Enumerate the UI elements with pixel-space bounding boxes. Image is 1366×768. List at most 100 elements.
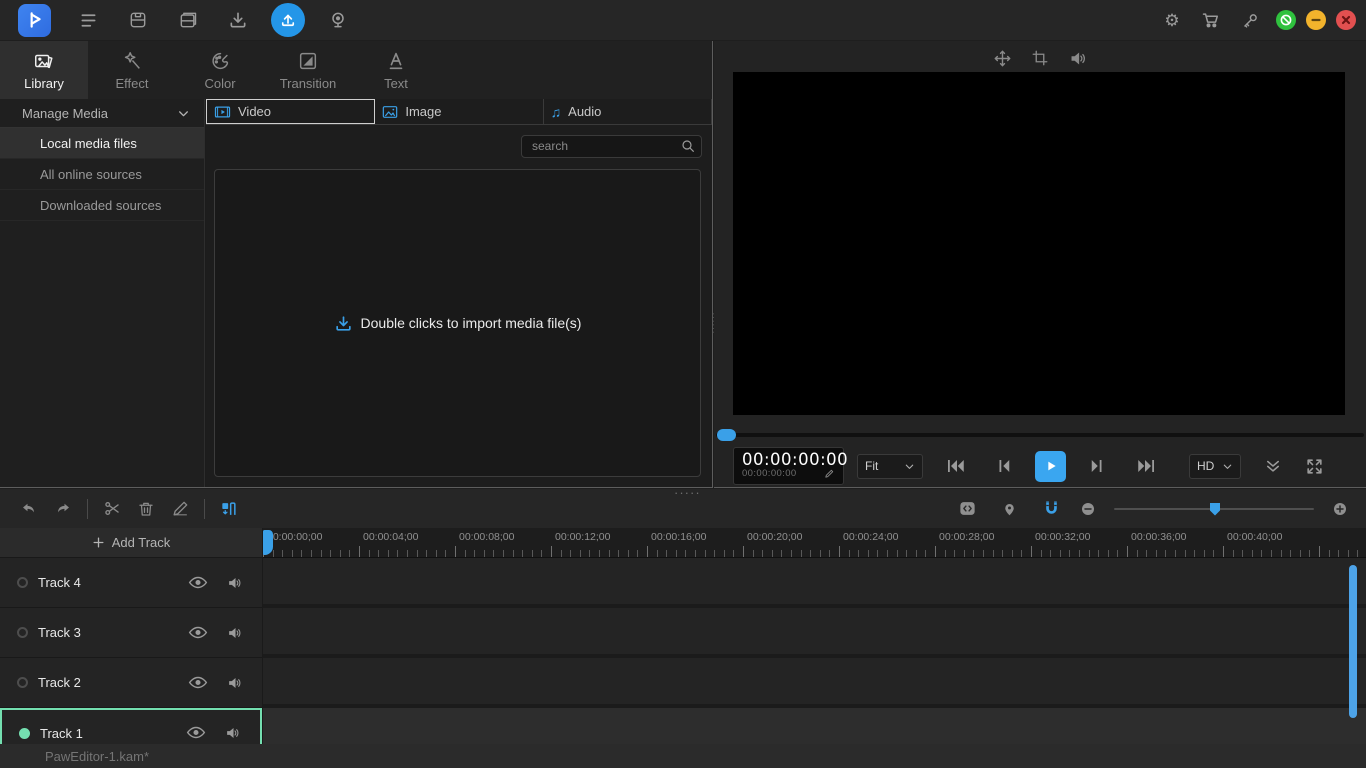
zoom-mode-select[interactable]: Fit [857,454,923,479]
edit-button[interactable] [163,494,197,524]
ruler-label: 00:00:16;00 [651,531,706,543]
ruler-label: 00:00:24;00 [843,531,898,543]
source-label: Downloaded sources [40,198,161,213]
timeline-vertical-scrollbar[interactable] [1349,565,1357,718]
play-button[interactable] [1035,451,1066,482]
cut-button[interactable] [95,494,129,524]
track-indicator[interactable] [17,627,28,638]
activation-button[interactable] [1234,0,1266,40]
audio-icon: ♫ [551,105,562,119]
skip-to-end-button[interactable] [1128,451,1164,481]
ruler-tick [1194,550,1195,557]
track-mute-toggle[interactable] [224,575,246,591]
ruler-tick [877,550,878,557]
previous-frame-button[interactable] [986,451,1022,481]
tab-audio[interactable]: ♫ Audio [544,99,712,124]
source-label: Local media files [40,136,137,151]
magnet-icon [1042,499,1061,518]
ruler-tick [1281,550,1282,557]
ruler-tick [609,550,610,557]
track-mute-toggle[interactable] [224,675,246,691]
track-mute-toggle[interactable] [222,725,244,741]
cart-icon [1201,10,1221,30]
quality-select[interactable]: HD [1189,454,1241,479]
tab-transition[interactable]: Transition [264,41,352,99]
track-visibility-toggle[interactable] [187,625,209,641]
tab-color[interactable]: Color [176,41,264,99]
sidebar-item-downloaded-sources[interactable]: Downloaded sources [0,190,204,221]
edit-timecode-icon[interactable] [824,468,835,479]
track-indicator[interactable] [17,677,28,688]
store-button[interactable] [1195,0,1227,40]
ruler-tick [417,550,418,557]
ruler-tick [1271,550,1272,557]
track-header-3[interactable]: Track 3 [0,608,262,658]
sidebar-item-online-sources[interactable]: All online sources [0,159,204,190]
video-preview[interactable] [733,72,1345,415]
ruler-tick [1185,550,1186,557]
export-button[interactable] [263,0,313,40]
record-button[interactable] [313,0,363,40]
track-visibility-toggle[interactable] [187,575,209,591]
redo-button[interactable] [46,494,80,524]
tab-text[interactable]: Text [352,41,440,99]
save-button[interactable] [113,0,163,40]
media-type-tabs: Video Image ♫ Audio [206,99,712,125]
menu-button[interactable] [63,0,113,40]
panel-resize-handle-horizontal[interactable]: ····· [674,485,701,500]
undo-button[interactable] [12,494,46,524]
preview-volume-button[interactable] [1066,46,1090,70]
track-header-2[interactable]: Track 2 [0,658,262,708]
add-track-button[interactable]: Add Track [0,528,262,558]
track-name: Track 1 [40,726,83,741]
import-button[interactable] [213,0,263,40]
minimize-button[interactable] [1306,10,1326,30]
preview-seekbar[interactable] [716,433,1364,437]
crop-button[interactable] [1028,46,1052,70]
seekbar-handle[interactable] [717,429,736,441]
track-indicator[interactable] [19,728,30,739]
track-lane-2[interactable] [263,658,1366,708]
track-indicator[interactable] [17,577,28,588]
timeline-ruler[interactable]: 00:00:00;0000:00:04;0000:00:08;0000:00:1… [263,528,1366,558]
track-manager-button[interactable] [950,494,984,524]
search-input[interactable] [521,135,702,158]
track-header-4[interactable]: Track 4 [0,558,262,608]
pencil-icon [171,499,190,518]
track-visibility-toggle[interactable] [185,725,207,741]
playhead[interactable] [263,530,273,555]
close-button[interactable] [1336,10,1356,30]
track-lane-4[interactable] [263,558,1366,608]
slider-handle[interactable] [1210,503,1220,516]
ruler-tick [1050,550,1051,557]
ruler-tick [925,550,926,557]
timecode-display[interactable]: 00:00:00:00 00:00:00:00 [733,447,844,485]
import-dropzone[interactable]: Double clicks to import media file(s) [214,169,701,477]
tab-image[interactable]: Image [375,99,543,124]
settings-button[interactable]: ⚙ [1156,0,1188,40]
timeline-zoom-slider[interactable] [1114,502,1314,516]
split-button[interactable] [212,494,246,524]
sidebar-item-local-media[interactable]: Local media files [0,128,204,159]
save-as-button[interactable] [163,0,213,40]
tab-video[interactable]: Video [206,99,375,124]
ruler-tick [964,550,965,557]
add-marker-button[interactable] [992,494,1026,524]
collapse-preview-button[interactable] [1263,457,1283,475]
tab-library[interactable]: Library [0,41,88,99]
timeline: Add Track Track 4 Track 3 [0,528,1366,744]
zoom-in-button[interactable] [1328,494,1352,524]
screen-hide-button[interactable] [1276,10,1296,30]
next-frame-button[interactable] [1079,451,1115,481]
fullscreen-button[interactable] [1305,457,1324,476]
track-visibility-toggle[interactable] [187,675,209,691]
track-mute-toggle[interactable] [224,625,246,641]
delete-button[interactable] [129,494,163,524]
transform-button[interactable] [990,46,1014,70]
skip-to-start-button[interactable] [937,451,973,481]
tab-effect[interactable]: Effect [88,41,176,99]
track-lane-3[interactable] [263,608,1366,658]
manage-media-dropdown[interactable]: Manage Media [0,99,204,128]
snap-toggle-button[interactable] [1034,494,1068,524]
zoom-out-button[interactable] [1076,494,1100,524]
